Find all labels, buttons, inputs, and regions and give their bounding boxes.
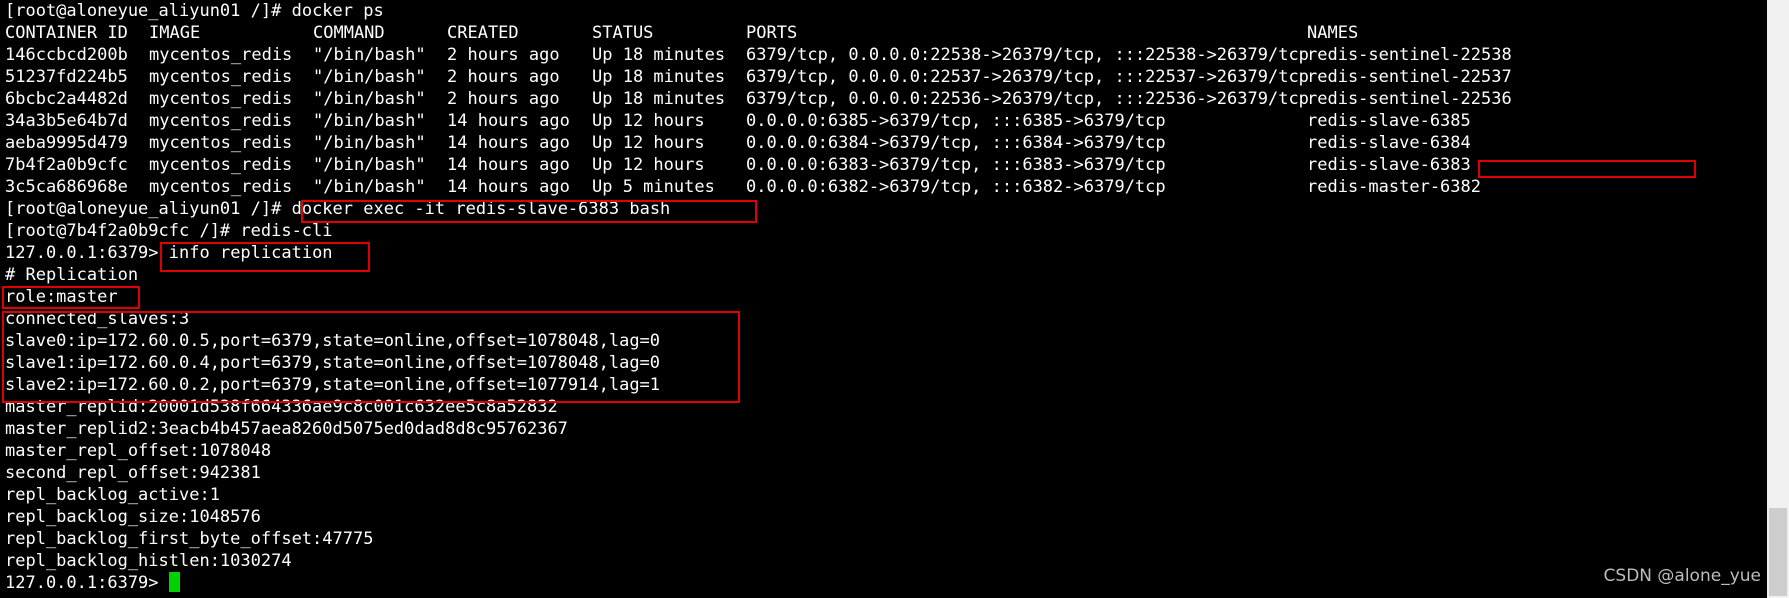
container-name: redis-slave-6383: [1307, 155, 1471, 175]
output-repl-backlog-size: repl_backlog_size:1048576: [5, 507, 261, 527]
table-row: 51237fd224b5 mycentos_redis "/bin/bash" …: [5, 66, 1765, 88]
container-name: redis-slave-6385: [1307, 111, 1471, 131]
watermark: CSDN @alone_yue: [1603, 566, 1761, 586]
container-name: redis-master-6382: [1307, 177, 1481, 197]
container-id: 34a3b5e64b7d: [5, 111, 128, 131]
table-row: 34a3b5e64b7d mycentos_redis "/bin/bash" …: [5, 110, 1765, 132]
output-repl-backlog-active: repl_backlog_active:1: [5, 485, 220, 505]
output-slave1: slave1:ip=172.60.0.4,port=6379,state=onl…: [5, 353, 661, 373]
container-status: Up 12 hours: [592, 155, 705, 175]
terminal-line-docker-ps: [root@aloneyue_aliyun01 /]# docker ps: [5, 0, 384, 22]
container-id: aeba9995d479: [5, 133, 128, 153]
container-status: Up 12 hours: [592, 111, 705, 131]
command-docker-ps: docker ps: [291, 1, 384, 21]
header-names: NAMES: [1307, 23, 1359, 43]
container-image: mycentos_redis: [149, 89, 293, 109]
container-created: 14 hours ago: [447, 133, 570, 153]
container-status: Up 18 minutes: [592, 45, 726, 65]
table-row: aeba9995d479 mycentos_redis "/bin/bash" …: [5, 132, 1765, 154]
output-master-repl-offset: master_repl_offset:1078048: [5, 441, 272, 461]
container-shell-line: [root@7b4f2a0b9cfc /]# redis-cli: [5, 221, 333, 241]
container-image: mycentos_redis: [149, 133, 293, 153]
output-master-replid: master_replid:20001d538f664336ae9c8c001c…: [5, 397, 558, 417]
output-role: role:master: [5, 287, 118, 307]
container-ports: 0.0.0.0:6382->6379/tcp, :::6382->6379/tc…: [746, 177, 1166, 197]
header-status: STATUS: [592, 23, 654, 43]
command-info-replication: info replication: [168, 243, 333, 263]
container-id: 6bcbc2a4482d: [5, 89, 128, 109]
output-connected-slaves: connected_slaves:3: [5, 309, 190, 329]
table-row: 7b4f2a0b9cfc mycentos_redis "/bin/bash" …: [5, 154, 1765, 176]
container-created: 2 hours ago: [447, 45, 560, 65]
container-status: Up 5 minutes: [592, 177, 715, 197]
container-name: redis-slave-6384: [1307, 133, 1471, 153]
redis-cli-prompt: 127.0.0.1:6379>: [5, 573, 159, 593]
table-header-row: CONTAINER ID IMAGE COMMAND CREATED STATU…: [5, 22, 1765, 44]
container-id: 51237fd224b5: [5, 67, 128, 87]
container-ports: 6379/tcp, 0.0.0.0:22536->26379/tcp, :::2…: [746, 89, 1309, 109]
header-ports: PORTS: [746, 23, 798, 43]
container-id: 146ccbcd200b: [5, 45, 128, 65]
terminal-line-current-prompt[interactable]: 127.0.0.1:6379>: [5, 572, 180, 594]
output-repl-backlog-histlen: repl_backlog_histlen:1030274: [5, 551, 292, 571]
container-command: "/bin/bash": [313, 133, 426, 153]
container-command: "/bin/bash": [313, 89, 426, 109]
container-created: 14 hours ago: [447, 111, 570, 131]
table-row: 6bcbc2a4482d mycentos_redis "/bin/bash" …: [5, 88, 1765, 110]
header-container-id: CONTAINER ID: [5, 23, 128, 43]
shell-prompt: [root@aloneyue_aliyun01 /]#: [5, 1, 282, 21]
container-status: Up 18 minutes: [592, 67, 726, 87]
container-ports: 6379/tcp, 0.0.0.0:22538->26379/tcp, :::2…: [746, 45, 1309, 65]
output-slave0: slave0:ip=172.60.0.5,port=6379,state=onl…: [5, 331, 661, 351]
output-heading: # Replication: [5, 265, 139, 285]
container-command: "/bin/bash": [313, 111, 426, 131]
output-second-repl-offset: second_repl_offset:942381: [5, 463, 261, 483]
terminal-window[interactable]: [root@aloneyue_aliyun01 /]# docker ps CO…: [0, 0, 1789, 598]
container-created: 2 hours ago: [447, 89, 560, 109]
container-command: "/bin/bash": [313, 67, 426, 87]
container-created: 14 hours ago: [447, 177, 570, 197]
terminal-line-docker-exec: [root@aloneyue_aliyun01 /]# docker exec …: [5, 198, 670, 220]
container-command: "/bin/bash": [313, 45, 426, 65]
container-image: mycentos_redis: [149, 155, 293, 175]
scrollbar-thumb[interactable]: [1769, 508, 1787, 596]
container-id: 3c5ca686968e: [5, 177, 128, 197]
container-created: 2 hours ago: [447, 67, 560, 87]
container-ports: 0.0.0.0:6384->6379/tcp, :::6384->6379/tc…: [746, 133, 1166, 153]
container-image: mycentos_redis: [149, 111, 293, 131]
scrollbar-track[interactable]: [1767, 0, 1789, 598]
shell-prompt: [root@aloneyue_aliyun01 /]#: [5, 199, 282, 219]
container-id: 7b4f2a0b9cfc: [5, 155, 128, 175]
container-image: mycentos_redis: [149, 67, 293, 87]
container-status: Up 18 minutes: [592, 89, 726, 109]
output-repl-backlog-first-byte-offset: repl_backlog_first_byte_offset:47775: [5, 529, 374, 549]
redis-cli-prompt: 127.0.0.1:6379>: [5, 243, 159, 263]
container-status: Up 12 hours: [592, 133, 705, 153]
container-created: 14 hours ago: [447, 155, 570, 175]
header-created: CREATED: [447, 23, 519, 43]
container-name: redis-sentinel-22536: [1307, 89, 1512, 109]
terminal-cursor: [168, 572, 180, 592]
container-image: mycentos_redis: [149, 45, 293, 65]
output-slave2: slave2:ip=172.60.0.2,port=6379,state=onl…: [5, 375, 661, 395]
container-name: redis-sentinel-22537: [1307, 67, 1512, 87]
container-name: redis-sentinel-22538: [1307, 45, 1512, 65]
table-row: 146ccbcd200b mycentos_redis "/bin/bash" …: [5, 44, 1765, 66]
terminal-line-info-replication: 127.0.0.1:6379> info replication: [5, 242, 333, 264]
container-ports: 6379/tcp, 0.0.0.0:22537->26379/tcp, :::2…: [746, 67, 1309, 87]
container-command: "/bin/bash": [313, 155, 426, 175]
container-ports: 0.0.0.0:6385->6379/tcp, :::6385->6379/tc…: [746, 111, 1166, 131]
container-command: "/bin/bash": [313, 177, 426, 197]
command-docker-exec: docker exec -it redis-slave-6383 bash: [291, 199, 671, 219]
output-master-replid2: master_replid2:3eacb4b457aea8260d5075ed0…: [5, 419, 568, 439]
table-row: 3c5ca686968e mycentos_redis "/bin/bash" …: [5, 176, 1765, 198]
header-image: IMAGE: [149, 23, 201, 43]
header-command: COMMAND: [313, 23, 385, 43]
container-image: mycentos_redis: [149, 177, 293, 197]
terminal-line-redis-cli: [root@7b4f2a0b9cfc /]# redis-cli: [5, 220, 333, 242]
container-ports: 0.0.0.0:6383->6379/tcp, :::6383->6379/tc…: [746, 155, 1166, 175]
